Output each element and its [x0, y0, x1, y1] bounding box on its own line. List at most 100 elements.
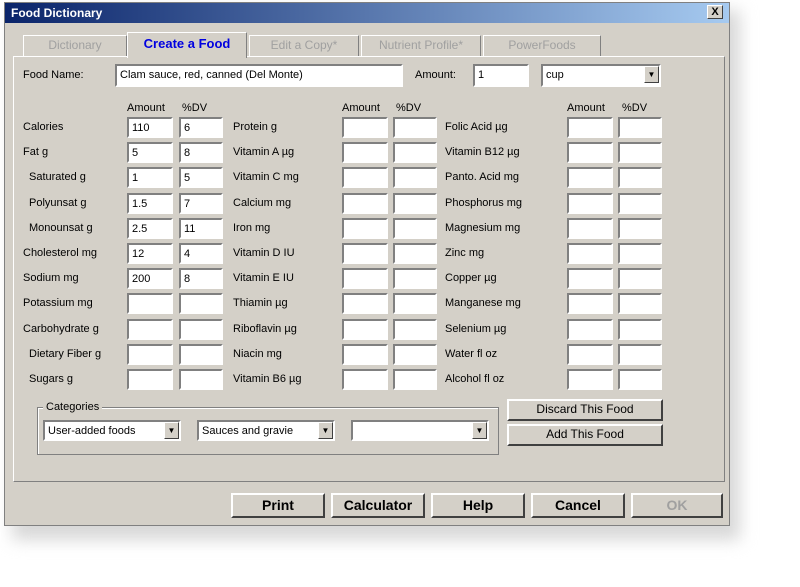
col2-dv-input[interactable]: [393, 193, 437, 214]
col1-amount-input[interactable]: [127, 319, 173, 340]
col3-amount-input[interactable]: [567, 193, 613, 214]
col2-dv-input[interactable]: [393, 117, 437, 138]
close-button[interactable]: X: [707, 5, 723, 19]
tab-edit-a-copy[interactable]: Edit a Copy*: [249, 35, 359, 56]
col3-dv-input[interactable]: [618, 218, 662, 239]
col3-nutrient-label: Folic Acid µg: [445, 121, 508, 133]
col1-dv-input[interactable]: 4: [179, 243, 223, 264]
col1-amount-input[interactable]: 5: [127, 142, 173, 163]
col3-dv-input[interactable]: [618, 268, 662, 289]
col2-amount-input[interactable]: [342, 369, 388, 390]
col3-amount-input[interactable]: [567, 293, 613, 314]
col2-amount-input[interactable]: [342, 167, 388, 188]
col3-amount-input[interactable]: [567, 268, 613, 289]
col3-dv-input[interactable]: [618, 117, 662, 138]
col1-amount-input[interactable]: 1: [127, 167, 173, 188]
food-name-input[interactable]: Clam sauce, red, canned (Del Monte): [115, 64, 403, 87]
col3-nutrient-label: Selenium µg: [445, 323, 507, 335]
tab-dictionary[interactable]: Dictionary: [23, 35, 127, 56]
ok-button[interactable]: OK: [631, 493, 723, 518]
add-food-button[interactable]: Add This Food: [507, 424, 663, 446]
col3-dv-input[interactable]: [618, 293, 662, 314]
col1-amount-input[interactable]: 1.5: [127, 193, 173, 214]
col2-amount-input[interactable]: [342, 142, 388, 163]
col3-amount-input[interactable]: [567, 218, 613, 239]
col3-nutrient-label: Panto. Acid mg: [445, 171, 519, 183]
col3-amount-input[interactable]: [567, 117, 613, 138]
col1-amount-input[interactable]: 110: [127, 117, 173, 138]
col2-amount-input[interactable]: [342, 117, 388, 138]
col1-amount-input[interactable]: [127, 344, 173, 365]
col2-dv-input[interactable]: [393, 344, 437, 365]
col3-amount-input[interactable]: [567, 319, 613, 340]
tab-powerfoods[interactable]: PowerFoods: [483, 35, 601, 56]
col2-dv-input[interactable]: [393, 142, 437, 163]
col1-nutrient-label: Monounsat g: [29, 222, 93, 234]
amount-input[interactable]: 1: [473, 64, 529, 87]
col2-amount-input[interactable]: [342, 293, 388, 314]
col3-amount-input[interactable]: [567, 167, 613, 188]
col1-dv-input[interactable]: [179, 369, 223, 390]
close-icon: X: [711, 6, 719, 18]
chevron-down-icon[interactable]: ▼: [318, 422, 333, 439]
col3-dv-input[interactable]: [618, 369, 662, 390]
col2-dv-input[interactable]: [393, 319, 437, 340]
col2-dv-input[interactable]: [393, 369, 437, 390]
col2-dv-input[interactable]: [393, 243, 437, 264]
tab-nutrient-profile[interactable]: Nutrient Profile*: [361, 35, 481, 56]
col1-amount-input[interactable]: 12: [127, 243, 173, 264]
col3-amount-input[interactable]: [567, 243, 613, 264]
col2-amount-input[interactable]: [342, 268, 388, 289]
col2-dv-input[interactable]: [393, 268, 437, 289]
col1-amount-input[interactable]: [127, 293, 173, 314]
print-button[interactable]: Print: [231, 493, 325, 518]
col2-amount-input[interactable]: [342, 218, 388, 239]
col3-amount-input[interactable]: [567, 344, 613, 365]
col2-dv-input[interactable]: [393, 167, 437, 188]
col1-amount-input[interactable]: 2.5: [127, 218, 173, 239]
category-select-3[interactable]: ▼: [351, 420, 489, 441]
col2-dv-input[interactable]: [393, 293, 437, 314]
col1-dv-input[interactable]: 5: [179, 167, 223, 188]
calculator-button[interactable]: Calculator: [331, 493, 425, 518]
col2-amount-input[interactable]: [342, 193, 388, 214]
category-select-1[interactable]: User-added foods ▼: [43, 420, 181, 441]
chevron-down-icon[interactable]: ▼: [644, 66, 659, 83]
discard-food-button[interactable]: Discard This Food: [507, 399, 663, 421]
cancel-button[interactable]: Cancel: [531, 493, 625, 518]
col1-dv-input[interactable]: [179, 319, 223, 340]
col2-amount-input[interactable]: [342, 319, 388, 340]
col1-dv-input[interactable]: 7: [179, 193, 223, 214]
col2-dv-input[interactable]: [393, 218, 437, 239]
col1-dv-input[interactable]: 11: [179, 218, 223, 239]
chevron-down-icon[interactable]: ▼: [164, 422, 179, 439]
col1-dv-input[interactable]: [179, 293, 223, 314]
col1-amount-input[interactable]: 200: [127, 268, 173, 289]
col3-dv-input[interactable]: [618, 193, 662, 214]
unit-select[interactable]: cup ▼: [541, 64, 661, 87]
col1-dv-input[interactable]: 8: [179, 142, 223, 163]
window-title: Food Dictionary: [11, 6, 103, 20]
help-button[interactable]: Help: [431, 493, 525, 518]
category-select-2[interactable]: Sauces and gravie ▼: [197, 420, 335, 441]
col1-dv-input[interactable]: 8: [179, 268, 223, 289]
col3-amount-header: Amount: [567, 102, 605, 114]
col1-amount-input[interactable]: [127, 369, 173, 390]
col3-dv-input[interactable]: [618, 243, 662, 264]
title-bar[interactable]: Food Dictionary X: [5, 3, 729, 23]
col2-amount-input[interactable]: [342, 243, 388, 264]
col3-dv-input[interactable]: [618, 142, 662, 163]
col3-dv-input[interactable]: [618, 319, 662, 340]
col1-nutrient-label: Sugars g: [29, 373, 74, 385]
col3-amount-input[interactable]: [567, 142, 613, 163]
col1-dv-input[interactable]: 6: [179, 117, 223, 138]
tab-create-a-food[interactable]: Create a Food: [127, 32, 247, 58]
col2-amount-input[interactable]: [342, 344, 388, 365]
col3-dv-input[interactable]: [618, 167, 662, 188]
col3-dv-input[interactable]: [618, 344, 662, 365]
col3-nutrient-label: Copper µg: [445, 272, 497, 284]
food-name-label: Food Name:: [23, 69, 84, 81]
col1-dv-input[interactable]: [179, 344, 223, 365]
col3-amount-input[interactable]: [567, 369, 613, 390]
chevron-down-icon[interactable]: ▼: [472, 422, 487, 439]
